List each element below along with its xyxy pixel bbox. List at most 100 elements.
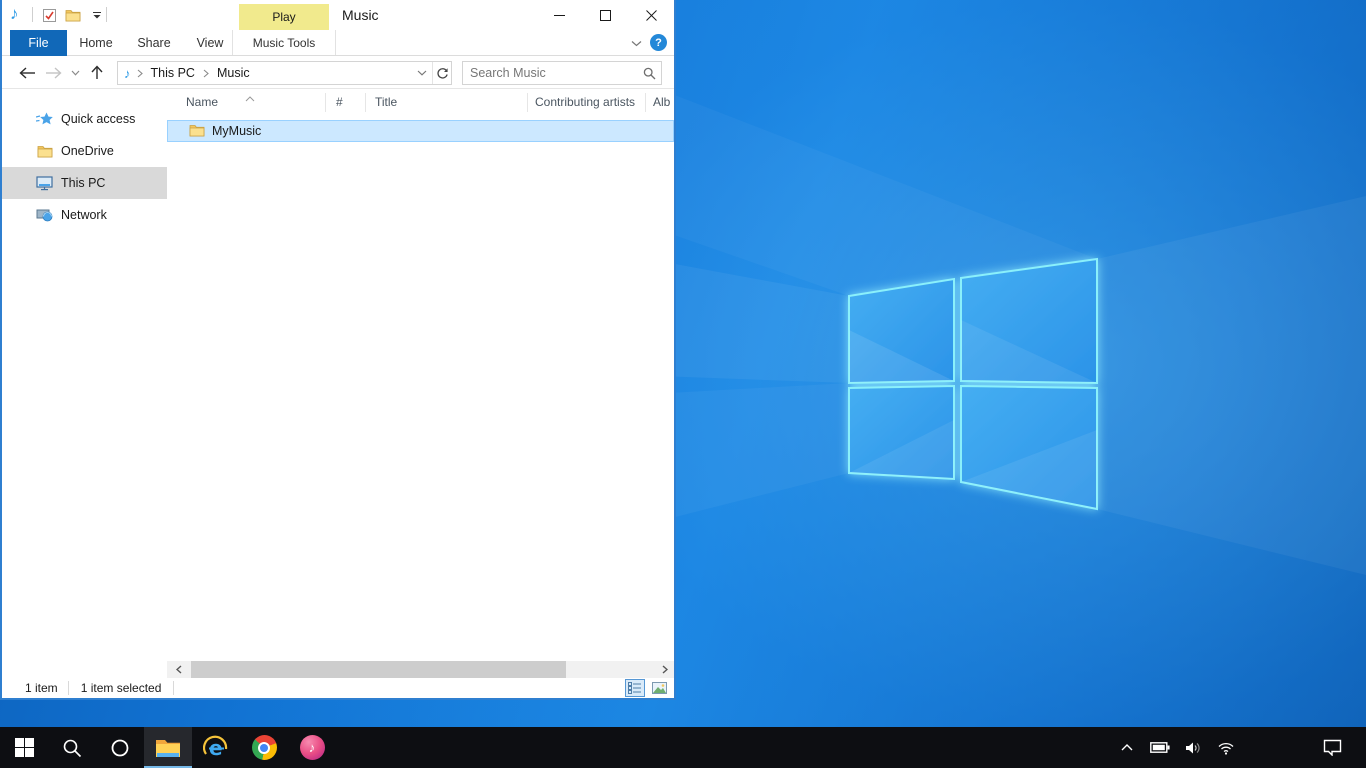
tab-play-contextual[interactable]: Play xyxy=(239,4,329,30)
column-header-contributing-artists[interactable]: Contributing artists xyxy=(535,95,635,109)
address-dropdown-icon[interactable] xyxy=(412,62,432,84)
address-bar[interactable]: ♪ This PC Music xyxy=(117,61,452,85)
horizontal-scrollbar[interactable] xyxy=(167,661,674,678)
breadcrumb-chevron-icon[interactable] xyxy=(133,69,147,78)
sidebar-item-label: This PC xyxy=(61,176,105,190)
scroll-left-icon[interactable] xyxy=(170,661,187,678)
itunes-icon: ♪ xyxy=(300,735,325,760)
internet-explorer-button[interactable]: e xyxy=(192,727,240,768)
help-button[interactable]: ? xyxy=(650,34,667,51)
tab-view[interactable]: View xyxy=(186,30,234,56)
home-tab-label: Home xyxy=(79,36,112,50)
explorer-window: ♪ Play Music xyxy=(0,0,676,700)
column-header-name[interactable]: Name xyxy=(186,95,218,109)
file-tab-label: File xyxy=(28,36,48,50)
column-header-album[interactable]: Alb xyxy=(653,95,670,109)
quick-access-star-icon xyxy=(36,111,53,127)
file-name: MyMusic xyxy=(212,124,261,138)
itunes-button[interactable]: ♪ xyxy=(288,727,336,768)
tab-file[interactable]: File xyxy=(10,30,67,56)
thumbnail-view-button[interactable] xyxy=(649,679,669,697)
chrome-icon xyxy=(252,735,277,760)
view-tab-label: View xyxy=(197,36,224,50)
onedrive-folder-icon xyxy=(36,143,53,159)
sidebar-item-onedrive[interactable]: OneDrive xyxy=(2,135,167,167)
sidebar-item-this-pc[interactable]: This PC xyxy=(2,167,167,199)
search-magnifier-icon[interactable] xyxy=(637,67,661,80)
hidden-icons-chevron-icon[interactable] xyxy=(1115,736,1139,760)
close-button[interactable] xyxy=(628,0,674,30)
details-view-button[interactable] xyxy=(625,679,645,697)
start-button[interactable] xyxy=(0,727,48,768)
system-tray xyxy=(1115,727,1238,768)
navigation-bar: ♪ This PC Music xyxy=(2,57,674,89)
sidebar-item-label: Quick access xyxy=(61,112,135,126)
sort-ascending-icon xyxy=(245,91,255,105)
scroll-right-icon[interactable] xyxy=(656,661,673,678)
address-music-note-icon: ♪ xyxy=(124,66,131,81)
column-header-number[interactable]: # xyxy=(336,95,343,109)
taskbar: e ♪ xyxy=(0,727,1366,768)
volume-icon[interactable] xyxy=(1181,736,1205,760)
divider xyxy=(32,7,33,22)
search-box xyxy=(462,61,662,85)
column-divider[interactable] xyxy=(325,93,326,112)
action-center-button[interactable] xyxy=(1312,727,1352,768)
forward-icon[interactable] xyxy=(40,61,66,85)
tab-home[interactable]: Home xyxy=(70,30,122,56)
taskbar-file-explorer-button[interactable] xyxy=(144,727,192,768)
network-icon xyxy=(36,207,53,223)
back-icon[interactable] xyxy=(14,61,40,85)
customize-qat-dropdown-icon[interactable] xyxy=(88,6,106,24)
column-header-title[interactable]: Title xyxy=(375,95,397,109)
maximize-button[interactable] xyxy=(582,0,628,30)
this-pc-monitor-icon xyxy=(36,175,53,191)
new-folder-icon[interactable] xyxy=(64,6,82,24)
window-title: Music xyxy=(342,0,379,30)
taskbar-search-button[interactable] xyxy=(48,727,96,768)
sidebar-item-label: Network xyxy=(61,208,107,222)
navigation-pane: Quick access OneDrive This PC xyxy=(2,90,167,678)
recent-locations-chevron-icon[interactable] xyxy=(66,61,84,85)
tab-music-tools[interactable]: Music Tools xyxy=(232,30,336,55)
screen: ♪ Play Music xyxy=(0,0,1366,768)
column-divider[interactable] xyxy=(645,93,646,112)
tab-share[interactable]: Share xyxy=(128,30,180,56)
breadcrumb-this-pc[interactable]: This PC xyxy=(147,66,199,80)
properties-icon[interactable] xyxy=(40,6,58,24)
sidebar-item-network[interactable]: Network xyxy=(2,199,167,231)
divider xyxy=(173,681,174,695)
column-divider[interactable] xyxy=(527,93,528,112)
chrome-button[interactable] xyxy=(240,727,288,768)
main-content: Quick access OneDrive This PC xyxy=(2,90,674,678)
share-tab-label: Share xyxy=(137,36,170,50)
cortana-button[interactable] xyxy=(96,727,144,768)
status-bar: 1 item 1 item selected xyxy=(2,678,674,698)
titlebar[interactable]: ♪ Play Music xyxy=(2,0,674,30)
column-divider[interactable] xyxy=(365,93,366,112)
expand-ribbon-chevron-icon[interactable] xyxy=(628,35,644,51)
item-count: 1 item xyxy=(2,681,68,695)
search-input[interactable] xyxy=(463,66,637,80)
scrollbar-thumb[interactable] xyxy=(191,661,566,678)
up-icon[interactable] xyxy=(84,61,110,85)
help-glyph: ? xyxy=(655,37,662,49)
wifi-icon[interactable] xyxy=(1214,736,1238,760)
ribbon-tab-row: File Home Share View Music Tools ? xyxy=(2,30,674,56)
refresh-icon[interactable] xyxy=(433,62,451,84)
play-tab-label: Play xyxy=(272,10,295,24)
breadcrumb-chevron-icon[interactable] xyxy=(199,69,213,78)
folder-icon xyxy=(189,123,205,140)
sidebar-item-label: OneDrive xyxy=(61,144,114,158)
music-tools-label: Music Tools xyxy=(253,36,315,50)
minimize-button[interactable] xyxy=(536,0,582,30)
app-music-note-icon: ♪ xyxy=(10,5,26,23)
column-headers: Name # Title Contributing artists Alb xyxy=(167,90,674,116)
sidebar-item-quick-access[interactable]: Quick access xyxy=(2,103,167,135)
divider xyxy=(106,7,107,22)
file-row-mymusic[interactable]: MyMusic xyxy=(167,120,674,142)
selection-count: 1 item selected xyxy=(69,681,174,695)
battery-icon[interactable] xyxy=(1148,736,1172,760)
breadcrumb-music[interactable]: Music xyxy=(213,66,254,80)
file-list-pane: Name # Title Contributing artists Alb My… xyxy=(167,90,674,678)
